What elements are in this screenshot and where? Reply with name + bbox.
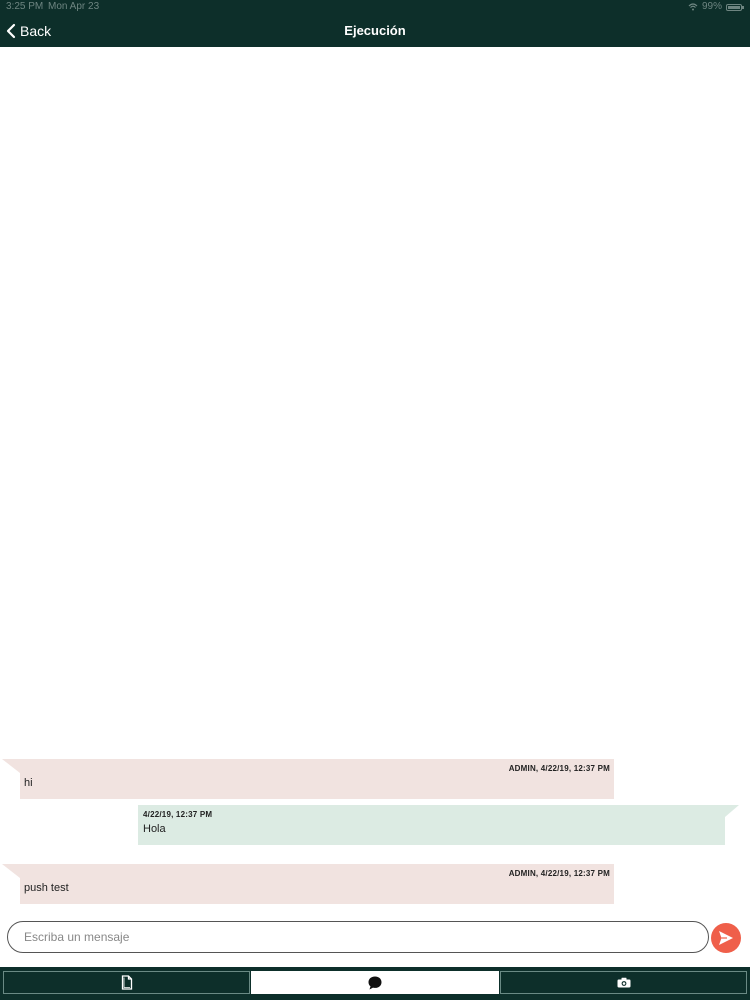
message-meta: ADMIN, 4/22/19, 12:37 PM — [508, 869, 610, 878]
send-button[interactable] — [711, 923, 741, 953]
message-bubble-incoming: ADMIN, 4/22/19, 12:37 PM push test — [2, 864, 614, 904]
page-title: Ejecución — [344, 23, 406, 38]
message-text: Hola — [143, 823, 166, 835]
bubble-tail — [725, 805, 739, 817]
back-button[interactable]: Back — [6, 14, 51, 47]
wifi-icon — [688, 3, 698, 11]
app-window: 3:25 PM Mon Apr 23 99% Ejecución Back AD… — [0, 0, 750, 1000]
camera-icon — [617, 977, 631, 988]
tab-bar — [0, 967, 750, 1000]
status-date: Mon Apr 23 — [48, 1, 100, 12]
battery-level — [728, 5, 740, 9]
status-time: 3:25 PM — [6, 1, 44, 12]
tab-chat[interactable] — [251, 971, 499, 994]
back-label: Back — [20, 22, 52, 39]
battery-percent: 99% — [701, 1, 722, 12]
message-text: hi — [24, 777, 33, 789]
tab-documents[interactable] — [3, 971, 250, 994]
message-meta: ADMIN, 4/22/19, 12:37 PM — [508, 764, 610, 773]
status-indicators: 99% — [688, 0, 744, 14]
chat-bubble-icon — [367, 975, 383, 991]
bubble-tail — [2, 759, 20, 773]
navigation-bar: Ejecución Back — [0, 14, 750, 47]
message-text: push test — [24, 882, 69, 894]
battery-icon — [726, 3, 744, 11]
tab-camera[interactable] — [500, 971, 747, 994]
message-input[interactable] — [7, 921, 709, 953]
compose-bar — [0, 915, 750, 967]
message-bubble-incoming: ADMIN, 4/22/19, 12:37 PM hi — [2, 759, 614, 799]
document-icon — [121, 975, 133, 990]
chevron-left-icon — [6, 23, 16, 39]
message-meta: 4/22/19, 12:37 PM — [143, 810, 213, 819]
status-bar: 3:25 PM Mon Apr 23 99% — [0, 0, 750, 14]
message-bubble-outgoing: 4/22/19, 12:37 PM Hola — [138, 805, 739, 845]
message-list[interactable]: ADMIN, 4/22/19, 12:37 PM hi 4/22/19, 12:… — [0, 47, 750, 915]
send-icon — [718, 930, 734, 946]
bubble-tail — [2, 864, 20, 878]
